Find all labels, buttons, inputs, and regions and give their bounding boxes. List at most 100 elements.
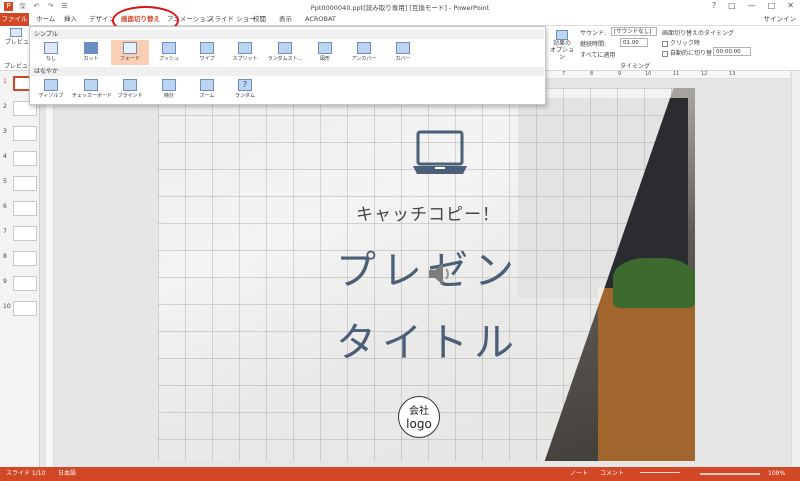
catch-copy-text[interactable]: キャッチコピー！: [328, 200, 528, 225]
help-icon[interactable]: ?: [712, 1, 716, 10]
company-logo-badge[interactable]: 会社 logo: [398, 396, 440, 438]
laptop-icon: [413, 130, 467, 174]
auto-after-label: 自動的に切り替え: [670, 50, 719, 57]
slide-thumbnail[interactable]: [13, 176, 37, 191]
slide-number: 7: [3, 228, 7, 235]
tab-home[interactable]: ホーム: [36, 13, 55, 26]
speaker-icon[interactable]: [426, 260, 454, 288]
ruler-tick: 8: [590, 71, 594, 77]
effect-push-icon: [162, 42, 176, 54]
question-icon: ?: [238, 79, 252, 91]
tab-insert[interactable]: 挿入: [64, 13, 77, 26]
slide-number: 9: [3, 278, 7, 285]
on-click-label: クリック時: [670, 40, 701, 47]
slide-thumbnail[interactable]: [13, 226, 37, 241]
effect-label: スプリット: [232, 56, 258, 62]
duration-input[interactable]: 01.00: [620, 38, 648, 47]
slide-canvas[interactable]: キャッチコピー！ プレゼン タイトル 会社 logo: [158, 88, 695, 461]
effect-options-button[interactable]: 効果の オプション: [549, 30, 575, 61]
vertical-scrollbar[interactable]: [791, 71, 800, 467]
apply-all-button[interactable]: すべてに適用: [580, 50, 615, 59]
plant-leaves-image: [613, 258, 695, 308]
effect-wipe[interactable]: ワイプ: [188, 40, 226, 65]
preview-icon: [10, 28, 22, 37]
effect-label: 図形: [319, 56, 330, 62]
zoom-level[interactable]: 109%: [768, 467, 785, 481]
tab-view[interactable]: 表示: [279, 13, 292, 26]
ruler-tick: 10: [645, 71, 652, 77]
slide-number: 6: [3, 203, 7, 210]
effect-uncover[interactable]: アンカバー: [345, 40, 383, 65]
effect-checkerboard[interactable]: チェッカーボード: [72, 77, 112, 102]
notes-button[interactable]: ノート: [570, 467, 588, 481]
ruler-tick: 9: [618, 71, 622, 77]
maximize-icon[interactable]: □: [768, 1, 776, 10]
horizontal-ruler: 7 8 9 10 11 12 13: [546, 71, 790, 79]
slide-number: 3: [3, 128, 7, 135]
title-line-2[interactable]: タイトル: [308, 310, 548, 368]
effect-none[interactable]: なし: [32, 40, 70, 65]
effect-blinds[interactable]: ブラインド: [111, 77, 149, 102]
effect-fade[interactable]: フェード: [111, 40, 149, 65]
effect-none-icon: [44, 42, 58, 54]
preview-button[interactable]: プレビュー: [5, 28, 36, 46]
gallery-group-exciting: はなやか: [31, 67, 544, 76]
auto-after-checkbox[interactable]: 自動的に切り替え: [662, 48, 718, 57]
preview-label: プレビュー: [5, 39, 36, 46]
effect-cut[interactable]: カット: [72, 40, 110, 65]
slide-number: 5: [3, 178, 7, 185]
tab-acrobat[interactable]: ACROBAT: [305, 13, 336, 26]
gallery-group-simple: シンプル: [31, 30, 544, 39]
zoom-slider[interactable]: [700, 473, 760, 475]
ribbon-display-icon[interactable]: □: [728, 1, 736, 10]
ruler-tick: 12: [701, 71, 708, 77]
effect-zoom[interactable]: ズーム: [188, 77, 226, 102]
effect-label: カバー: [395, 56, 411, 62]
advance-slide-header: 画面切り替えのタイミング: [662, 30, 735, 37]
slide-thumbnail[interactable]: [13, 301, 37, 316]
comments-button[interactable]: コメント: [600, 467, 624, 481]
slide-thumbnail[interactable]: [13, 151, 37, 166]
effect-shape[interactable]: 図形: [306, 40, 344, 65]
slide-thumbnail[interactable]: [13, 251, 37, 266]
effect-dissolve[interactable]: ディゾルブ: [32, 77, 70, 102]
effect-blinds-icon: [123, 79, 137, 91]
sound-select[interactable]: [サウンドなし]: [611, 27, 657, 36]
slide-thumbnail[interactable]: [13, 201, 37, 216]
slide-number: 4: [3, 153, 7, 160]
effect-label: フェード: [119, 56, 140, 62]
transition-gallery-dropdown: シンプル なし カット フェード プッシュ ワイプ スプリット ランダムスト..…: [29, 26, 546, 105]
tab-file[interactable]: ファイル: [0, 13, 29, 26]
effect-label: カット: [83, 56, 99, 62]
tab-review[interactable]: 校閲: [253, 13, 266, 26]
effect-label: 時計: [163, 93, 174, 99]
effect-cover[interactable]: カバー: [384, 40, 422, 65]
language-status[interactable]: 日本語: [58, 467, 76, 481]
effect-label: ディゾルブ: [38, 93, 64, 99]
effect-push[interactable]: プッシュ: [150, 40, 188, 65]
tab-slideshow[interactable]: スライド ショー: [208, 13, 256, 26]
effect-shape-icon: [318, 42, 332, 54]
effect-label: ブラインド: [117, 93, 143, 99]
minimize-icon[interactable]: —: [748, 1, 756, 10]
effect-split[interactable]: スプリット: [226, 40, 264, 65]
ruler-tick: 13: [729, 71, 736, 77]
timing-group-label: タイミング: [620, 63, 651, 70]
auto-after-input[interactable]: 00:00.00: [713, 47, 751, 56]
effect-label: ランダム: [234, 93, 255, 99]
effect-label: ランダムスト...: [267, 56, 303, 62]
sound-label: サウンド:: [580, 30, 607, 37]
effect-random[interactable]: ? ランダム: [226, 77, 264, 102]
close-icon[interactable]: ✕: [787, 1, 794, 10]
slide-thumbnail[interactable]: [13, 276, 37, 291]
effect-cover-icon: [396, 42, 410, 54]
on-click-checkbox[interactable]: クリック時: [662, 38, 700, 47]
effect-clock[interactable]: 時計: [150, 77, 188, 102]
view-buttons[interactable]: [640, 472, 680, 476]
effect-label: プッシュ: [158, 56, 179, 62]
signin-link[interactable]: サインイン: [764, 13, 797, 26]
slide-thumbnail[interactable]: [13, 126, 37, 141]
slide-count-status: スライド 1/10: [6, 470, 46, 477]
effect-zoom-icon: [200, 79, 214, 91]
effect-random-bars[interactable]: ランダムスト...: [266, 40, 304, 65]
